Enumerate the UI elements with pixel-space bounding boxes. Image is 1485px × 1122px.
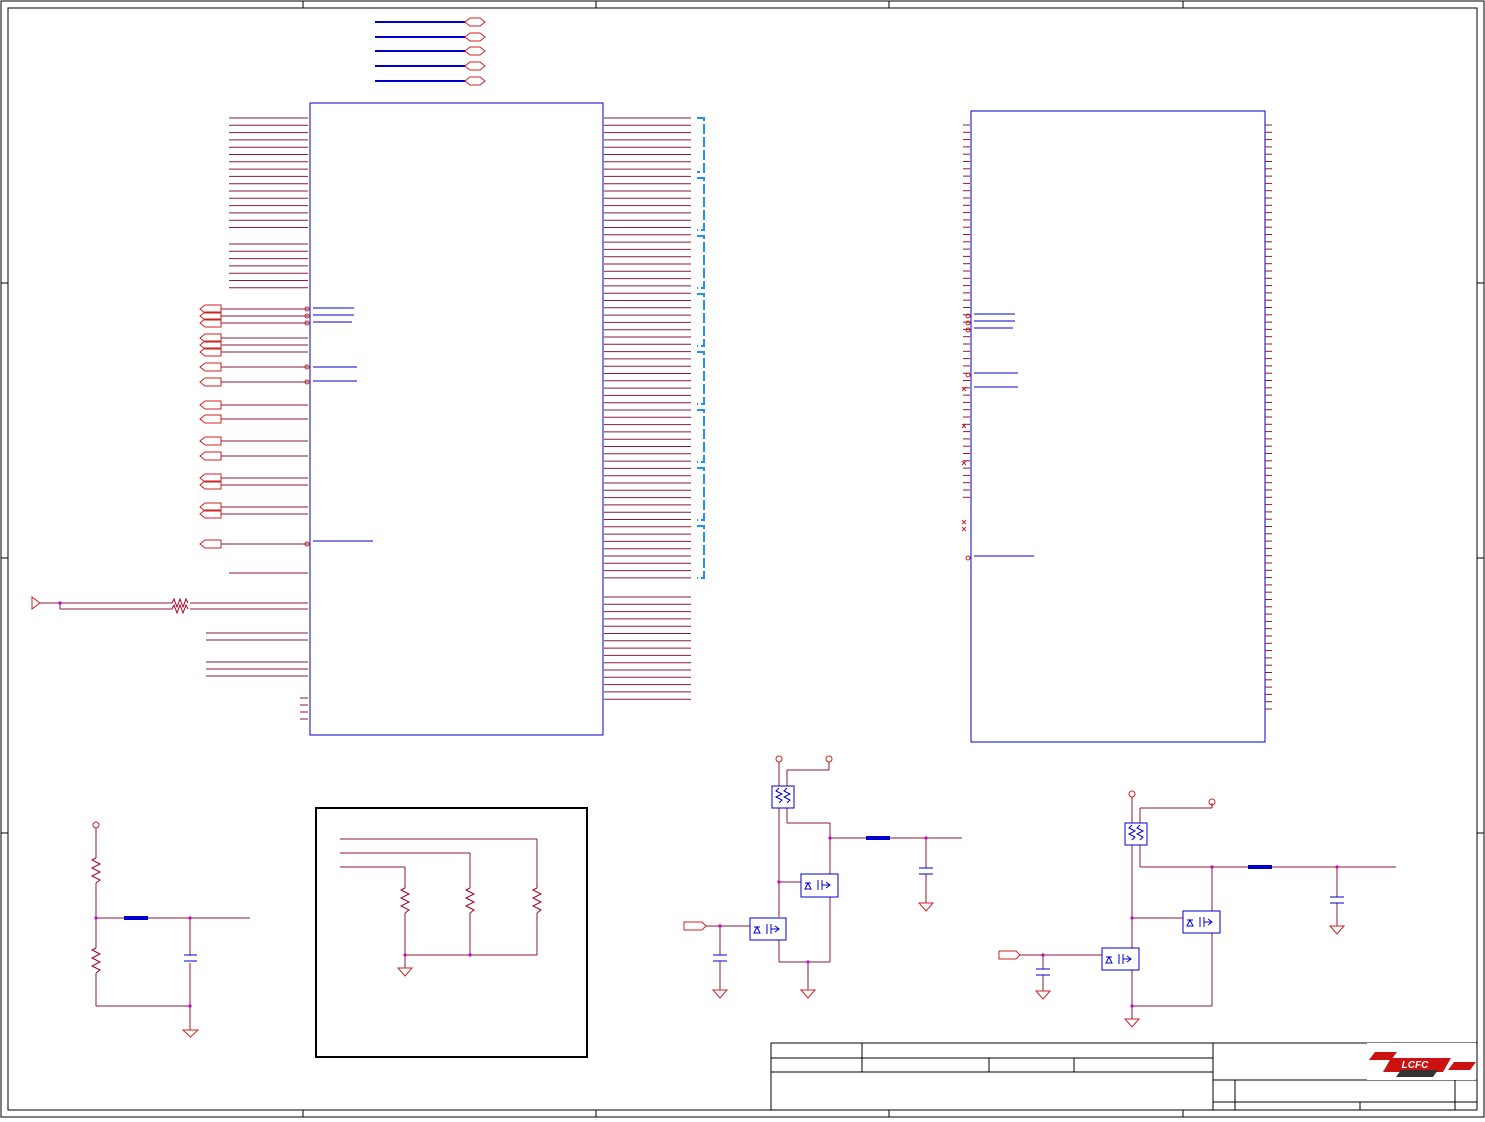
bus-bracket: [697, 293, 705, 347]
bus-bracket: [697, 467, 705, 521]
bus-brackets: [697, 117, 705, 579]
sheet-frame: [0, 0, 1485, 1118]
bus-bracket: [697, 525, 705, 579]
off-page-connector: [199, 451, 222, 461]
bus-bracket: [697, 117, 705, 173]
top-bus-lines: [375, 17, 486, 86]
off-page-connector: [199, 539, 222, 549]
main-ic-lower-stubs: [206, 572, 308, 720]
off-page-connector: [199, 362, 222, 372]
second-ic-right-pins: [1265, 124, 1272, 710]
resistor-strap-block: [315, 807, 588, 1058]
schematic-sheet: LCFC: [0, 0, 1485, 1118]
second-ic-inner-stubs: [974, 313, 1034, 557]
main-ic-left-connectors: [199, 304, 308, 549]
power-switch-circuit-a: [683, 755, 962, 999]
bus-bracket: [697, 351, 705, 405]
second-ic-body: [970, 110, 1266, 743]
off-page-connector: [199, 414, 222, 424]
second-ic-left-pins: [963, 124, 970, 498]
main-ic-left-pins: [229, 117, 308, 289]
main-ic-pin-bubbles: [304, 306, 310, 547]
bus-bracket: [697, 177, 705, 231]
off-page-connector: [199, 377, 222, 387]
lcfc-logo: LCFC: [1367, 1043, 1476, 1080]
bus-bracket: [697, 235, 705, 289]
power-switch-circuit-b: [998, 790, 1396, 1028]
bus-bracket: [697, 409, 705, 463]
voltage-divider-circuit: [90, 821, 250, 1038]
main-ic-right-pins: [604, 117, 691, 700]
off-page-connector: [199, 400, 222, 410]
off-page-connector: [199, 436, 222, 446]
schematic-drawing: LCFC: [0, 0, 1485, 1118]
logo-text: LCFC: [1402, 1060, 1429, 1071]
main-ic-body: [309, 102, 604, 736]
pulldown-resistor-net: [31, 596, 308, 615]
main-ic-inner-stubs: [313, 307, 373, 542]
